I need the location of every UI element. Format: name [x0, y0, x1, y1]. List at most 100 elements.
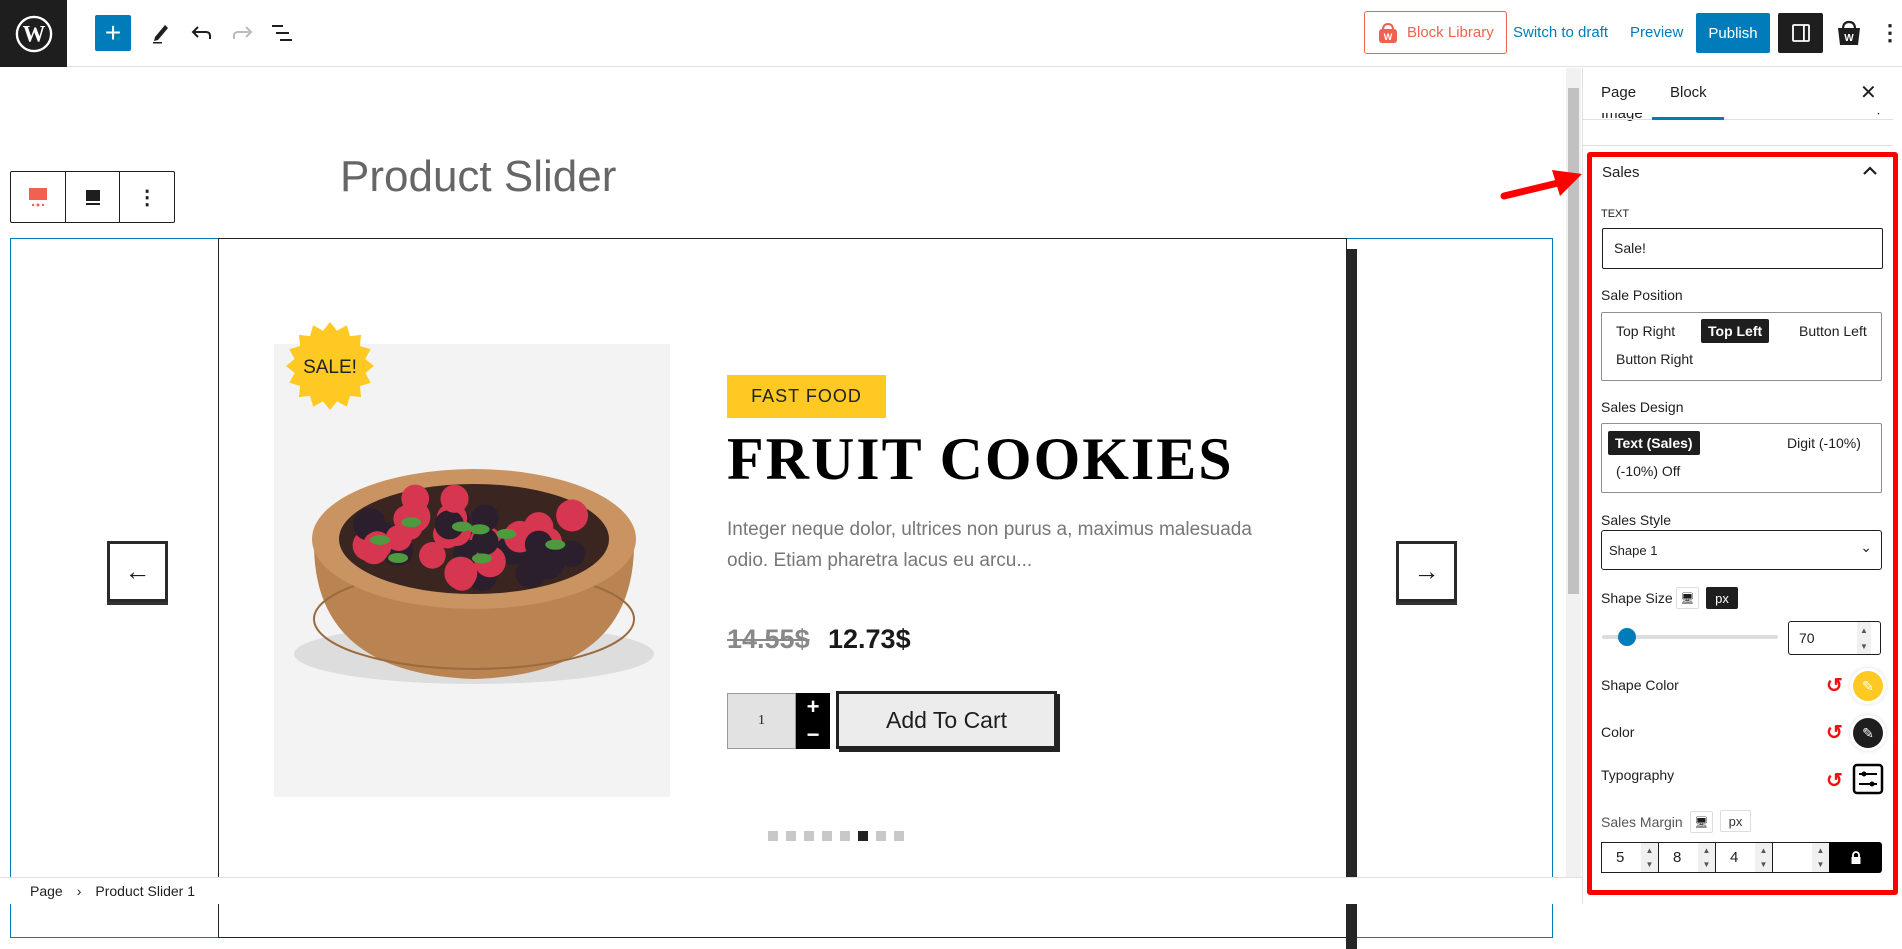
close-icon: ✕ — [1860, 82, 1877, 104]
breadcrumb-page[interactable]: Page — [30, 883, 63, 899]
text-color-swatch[interactable]: ✎ — [1853, 718, 1883, 748]
undo-button[interactable] — [186, 17, 218, 49]
pagination-dot[interactable] — [840, 831, 850, 841]
increment-button[interactable]: + — [807, 694, 820, 720]
chevron-down-icon: ▾ — [1876, 113, 1881, 118]
brush-icon: ✎ — [1862, 724, 1874, 741]
wordpress-logo-button[interactable]: W — [0, 0, 67, 67]
shape-size-input[interactable]: 70 ▲ ▼ — [1788, 621, 1881, 655]
device-toggle-button[interactable]: 🖥 — [1676, 587, 1699, 609]
quantity-input[interactable]: 1 — [727, 693, 796, 749]
decrement-button[interactable]: − — [807, 722, 820, 748]
device-toggle-button[interactable]: 🖥 — [1690, 811, 1713, 833]
desktop-icon: 🖥 — [1694, 816, 1709, 829]
wordpress-icon: W — [15, 15, 52, 52]
block-toolbar: ⋮ — [10, 171, 175, 223]
pagination-dot[interactable] — [804, 831, 814, 841]
next-slide-button[interactable]: → — [1396, 541, 1457, 602]
pagination-dot[interactable] — [768, 831, 778, 841]
add-block-button[interactable]: + — [95, 15, 131, 51]
switch-to-draft-button[interactable]: Switch to draft — [1513, 24, 1608, 41]
margin-left-input[interactable]: ▲ ▼ — [1772, 842, 1829, 873]
fruit-cookie-image — [294, 469, 654, 684]
product-description: Integer neque dolor, ultrices non purus … — [727, 519, 1252, 571]
color-label: Color — [1601, 724, 1635, 740]
product-title[interactable]: FRUIT COOKIES — [727, 425, 1234, 494]
image-panel-toggle[interactable]: Image ▾ — [1601, 113, 1881, 129]
sale-text-input[interactable]: Sale! — [1602, 228, 1883, 269]
position-button-right[interactable]: Button Right — [1609, 347, 1700, 371]
settings-sidebar-toggle[interactable] — [1778, 13, 1823, 53]
category-tag[interactable]: FAST FOOD — [727, 375, 886, 418]
arrow-right-icon: → — [1413, 556, 1440, 586]
svg-text:W: W — [1384, 32, 1393, 42]
number-spinner[interactable]: ▲ ▼ — [1755, 843, 1772, 872]
sale-position-label: Sale Position — [1601, 287, 1683, 303]
unit-px-button[interactable]: px — [1706, 587, 1738, 609]
block-library-button[interactable]: W Block Library — [1364, 11, 1507, 54]
redo-button[interactable] — [226, 17, 258, 49]
publish-button[interactable]: Publish — [1696, 13, 1770, 53]
pagination-dot[interactable] — [894, 831, 904, 841]
redo-icon — [233, 26, 253, 39]
margin-lock-button[interactable] — [1829, 842, 1882, 873]
number-spinner[interactable]: ▲ ▼ — [1698, 843, 1715, 872]
block-type-button[interactable] — [11, 172, 66, 222]
margin-right-input[interactable]: 8 ▲ ▼ — [1658, 842, 1715, 873]
margin-bottom-input[interactable]: 4 ▲ ▼ — [1715, 842, 1772, 873]
close-sidebar-button[interactable]: ✕ — [1860, 80, 1877, 105]
more-options-button[interactable]: ⋮ — [120, 172, 174, 222]
position-top-left[interactable]: Top Left — [1701, 319, 1770, 343]
panel-divider — [1583, 145, 1893, 146]
mint-leaf — [496, 528, 517, 539]
number-spinner[interactable]: ▲ ▼ — [1812, 843, 1829, 872]
number-spinner[interactable]: ▲ ▼ — [1641, 843, 1658, 872]
pagination-dot[interactable] — [876, 831, 886, 841]
pagination-dot[interactable] — [786, 831, 796, 841]
reset-icon[interactable]: ↺ — [1826, 768, 1843, 793]
options-menu-button[interactable]: ⋮ — [1879, 17, 1901, 49]
design-percent-off[interactable]: (-10%) Off — [1609, 459, 1687, 483]
shape-color-swatch[interactable]: ✎ — [1853, 671, 1883, 701]
sales-margin-label: Sales Margin — [1601, 814, 1683, 830]
page-title[interactable]: Product Slider — [340, 152, 616, 202]
chevron-up-icon[interactable] — [1862, 166, 1878, 176]
tabs-divider — [1583, 119, 1893, 120]
breadcrumb-product-slider[interactable]: Product Slider 1 — [95, 883, 195, 899]
scrollbar-thumb[interactable] — [1568, 88, 1579, 594]
list-view-button[interactable] — [266, 17, 298, 49]
slider-handle[interactable] — [1617, 628, 1636, 646]
pagination-dot[interactable] — [858, 831, 868, 841]
design-digit[interactable]: Digit (-10%) — [1780, 431, 1868, 455]
chevron-down-icon: ⌄ — [1860, 539, 1872, 555]
pagination-dot[interactable] — [822, 831, 832, 841]
kebab-icon: ⋮ — [1879, 20, 1901, 45]
prev-slide-button[interactable]: ← — [107, 541, 168, 602]
sales-style-select[interactable]: Shape 1 ⌄ — [1601, 530, 1882, 570]
position-top-right[interactable]: Top Right — [1609, 319, 1682, 343]
position-button-left[interactable]: Button Left — [1792, 319, 1874, 343]
preview-button[interactable]: Preview — [1630, 24, 1683, 41]
slider-pagination — [768, 831, 904, 841]
unit-px-button[interactable]: px — [1720, 810, 1751, 832]
annotation-arrow — [1500, 170, 1582, 200]
mint-leaf — [401, 517, 422, 528]
margin-top-input[interactable]: 5 ▲ ▼ — [1601, 842, 1658, 873]
mint-leaf — [545, 539, 566, 550]
tools-button[interactable] — [145, 17, 177, 49]
design-text-sales[interactable]: Text (Sales) — [1608, 431, 1700, 455]
sales-panel-title[interactable]: Sales — [1602, 164, 1640, 181]
tab-block[interactable]: Block — [1670, 84, 1707, 101]
align-button[interactable] — [66, 172, 121, 222]
reset-icon[interactable]: ↺ — [1826, 720, 1843, 745]
block-breadcrumb: Page › Product Slider 1 — [0, 877, 1582, 904]
store-button[interactable]: W — [1832, 15, 1866, 51]
typography-settings-icon[interactable] — [1852, 763, 1884, 795]
number-spinner[interactable]: ▲ ▼ — [1857, 622, 1871, 654]
add-to-cart-button[interactable]: Add To Cart — [836, 691, 1057, 749]
berry — [401, 484, 430, 513]
tab-page[interactable]: Page — [1601, 84, 1636, 101]
basket-icon: W — [1838, 20, 1860, 45]
reset-icon[interactable]: ↺ — [1826, 673, 1843, 698]
product-image[interactable] — [274, 344, 670, 797]
